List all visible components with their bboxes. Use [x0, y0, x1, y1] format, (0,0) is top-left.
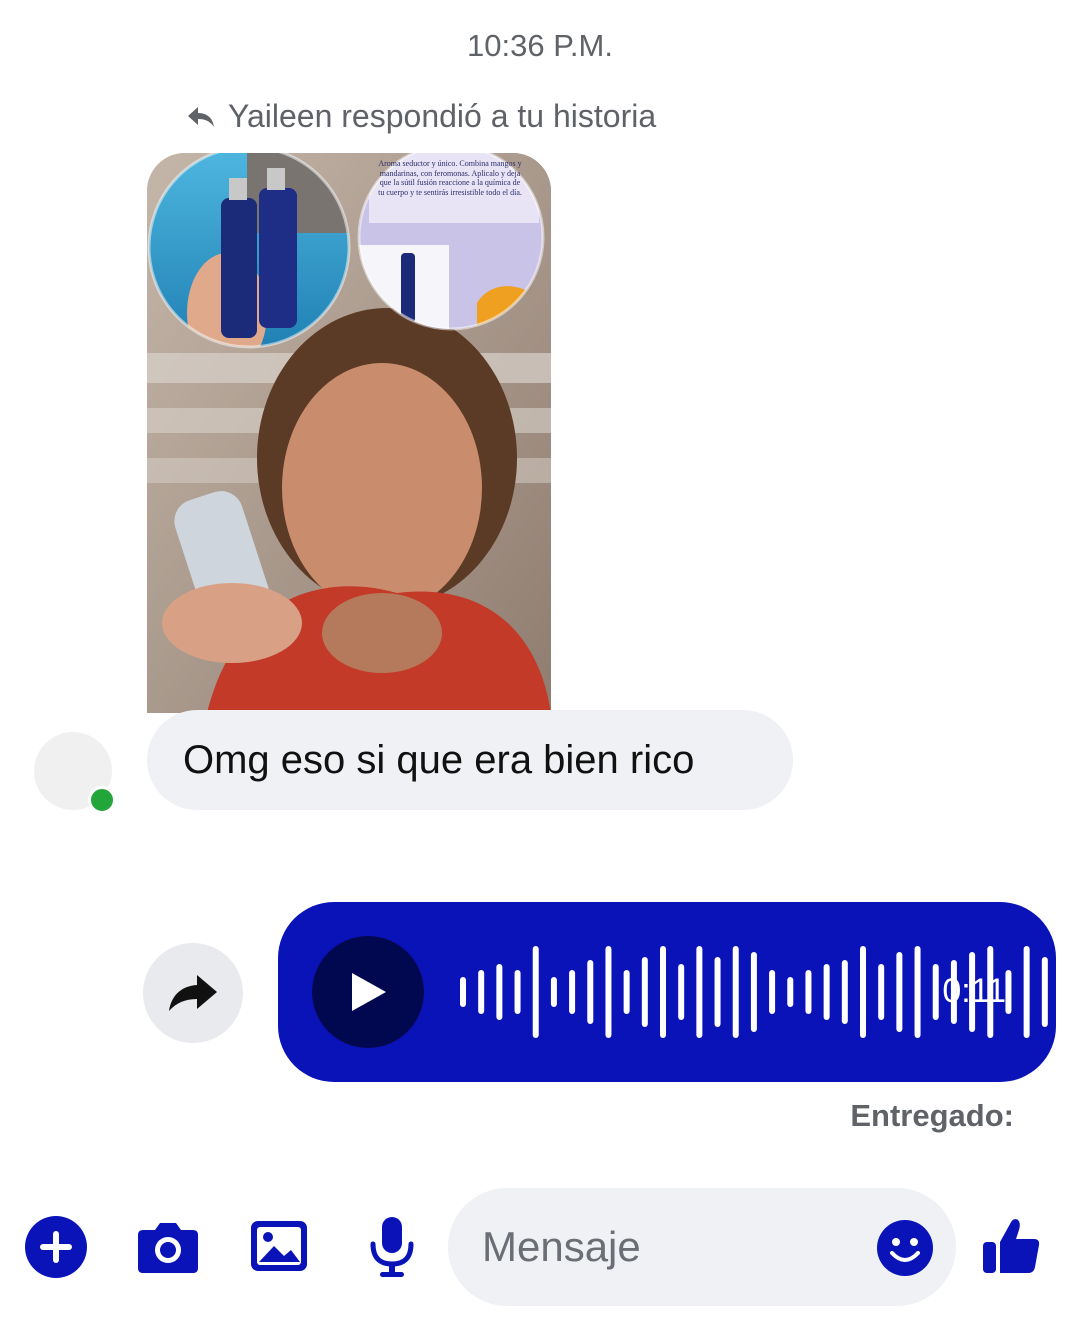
waveform-bar [896, 952, 903, 1032]
play-button[interactable] [312, 936, 424, 1048]
story-reply-note: Yaileen respondió a tu historia [186, 98, 656, 135]
story-preview[interactable]: Aroma seductor y único. Combina mangos y… [147, 153, 551, 713]
waveform-bar [641, 957, 648, 1027]
story-caption: Aroma seductor y único. Combina mangos y… [378, 159, 522, 197]
waveform-bar [514, 970, 521, 1014]
waveform-bar [1005, 970, 1012, 1014]
waveform-bar [550, 977, 557, 1007]
forward-button[interactable] [143, 943, 243, 1043]
reply-icon [188, 106, 214, 127]
incoming-message-text: Omg eso si que era bien rico [183, 737, 695, 782]
waveform-bar [823, 964, 830, 1020]
conversation-timestamp: 10:36 P.M. [467, 28, 613, 63]
gallery-button[interactable] [250, 1218, 308, 1274]
waveform-bar [769, 970, 776, 1014]
waveform-bar [878, 964, 885, 1020]
waveform-bar [914, 946, 921, 1038]
waveform-bar [932, 964, 939, 1020]
thumbs-up-icon [983, 1219, 1040, 1273]
waveform-bar [732, 946, 739, 1038]
waveform-bar [587, 960, 594, 1024]
delivery-status: Entregado: [850, 1098, 1014, 1133]
microphone-icon [370, 1217, 414, 1277]
audio-duration: 0:11 [942, 972, 1006, 1010]
reply-note-text: Yaileen respondió a tu historia [228, 98, 657, 134]
waveform-bar [623, 970, 630, 1014]
waveform-bar [496, 964, 503, 1020]
emoji-icon [877, 1220, 933, 1276]
waveform-bar [1023, 946, 1030, 1038]
waveform-bar [478, 970, 485, 1014]
story-image [147, 153, 551, 713]
waveform-bar [532, 946, 539, 1038]
waveform-bar [750, 952, 757, 1032]
waveform-bar [696, 946, 703, 1038]
waveform-bar [841, 960, 848, 1024]
forward-icon [169, 975, 217, 1011]
incoming-message-bubble[interactable]: Omg eso si que era bien rico [147, 710, 793, 810]
message-composer [0, 1188, 1080, 1308]
waveform-bar [714, 957, 721, 1027]
play-icon [352, 973, 386, 1011]
waveform-bar [805, 970, 812, 1014]
microphone-button[interactable] [368, 1216, 416, 1278]
waveform-bar [660, 946, 666, 1038]
emoji-button[interactable] [876, 1219, 934, 1277]
waveform-bar [678, 964, 685, 1020]
waveform-bar [1041, 957, 1048, 1027]
online-status-dot [88, 786, 116, 814]
add-button[interactable] [25, 1216, 87, 1278]
plus-icon [25, 1216, 87, 1278]
gallery-icon [251, 1221, 307, 1271]
waveform-bar [787, 977, 794, 1007]
audio-message[interactable]: 0:11 [278, 902, 1056, 1082]
waveform-bar [860, 946, 866, 1038]
waveform-bar [569, 970, 576, 1014]
waveform-bar [460, 977, 466, 1007]
camera-button[interactable] [137, 1218, 199, 1276]
waveform-bar [605, 946, 612, 1038]
camera-icon [138, 1223, 198, 1273]
like-button[interactable] [980, 1214, 1042, 1276]
